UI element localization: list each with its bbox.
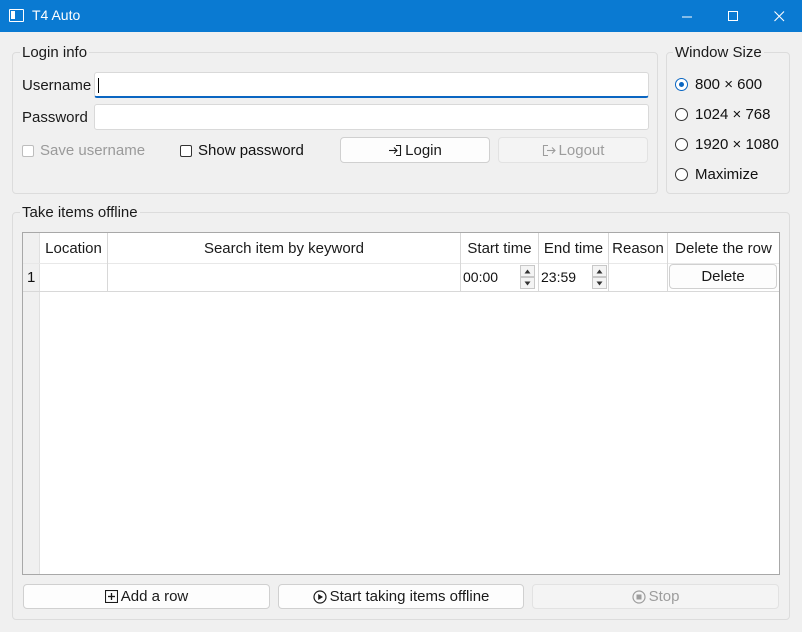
radio-1024x768[interactable]: 1024 × 768 xyxy=(675,106,771,123)
maximize-button[interactable] xyxy=(710,0,756,32)
show-password-label: Show password xyxy=(198,142,304,159)
radio-800x600[interactable]: 800 × 600 xyxy=(675,76,762,93)
column-header-label: Start time xyxy=(467,239,532,257)
spin-down-button[interactable] xyxy=(520,277,535,289)
column-header-delete[interactable]: Delete the row xyxy=(668,233,779,263)
start-offline-label: Start taking items offline xyxy=(329,588,490,605)
end-time-value: 23:59 xyxy=(541,269,577,285)
radio-label: 1920 × 1080 xyxy=(695,136,779,153)
save-username-label: Save username xyxy=(40,142,146,159)
stop-label: Stop xyxy=(648,588,680,605)
radio-label: Maximize xyxy=(695,166,759,183)
column-header-label: Location xyxy=(45,239,102,257)
radio-label: 1024 × 768 xyxy=(695,106,771,123)
cell-delete: Delete xyxy=(668,263,779,291)
radio-maximize[interactable]: Maximize xyxy=(675,166,758,183)
cell-start-time[interactable]: 00:00 xyxy=(461,263,539,291)
logout-icon xyxy=(542,144,556,156)
show-password-checkbox[interactable]: Show password xyxy=(180,142,304,159)
arrow-down-icon xyxy=(596,281,603,285)
username-label: Username xyxy=(22,77,92,94)
login-info-title: Login info xyxy=(20,44,90,61)
column-header-label: Search item by keyword xyxy=(203,239,365,257)
plus-square-icon xyxy=(104,590,118,603)
username-field[interactable] xyxy=(94,72,649,98)
radio-1920x1080[interactable]: 1920 × 1080 xyxy=(675,136,779,153)
save-username-checkbox[interactable]: Save username xyxy=(22,142,145,159)
arrow-up-icon xyxy=(596,269,603,273)
checkbox-box xyxy=(22,144,34,157)
close-icon xyxy=(773,10,784,21)
logout-button-label: Logout xyxy=(558,141,605,159)
radio-dot xyxy=(675,108,688,121)
radio-dot xyxy=(675,168,688,181)
radio-dot xyxy=(675,138,688,151)
column-header-label: Reason xyxy=(612,239,664,257)
play-circle-icon xyxy=(312,589,327,604)
window-size-title: Window Size xyxy=(673,44,764,61)
maximize-icon xyxy=(727,10,738,21)
radio-dot xyxy=(675,78,688,91)
row-divider xyxy=(23,291,779,292)
start-offline-button[interactable]: Start taking items offline xyxy=(278,584,524,609)
radio-label: 800 × 600 xyxy=(695,76,763,93)
password-label: Password xyxy=(22,109,88,126)
spin-down-button[interactable] xyxy=(592,277,607,289)
window-title: T4 Auto xyxy=(32,7,81,23)
column-header-location[interactable]: Location xyxy=(40,233,108,263)
spin-up-button[interactable] xyxy=(592,265,607,277)
logout-button[interactable]: Logout xyxy=(498,137,648,163)
stop-circle-icon xyxy=(631,589,646,604)
delete-button-label: Delete xyxy=(701,268,745,285)
login-icon xyxy=(389,144,402,156)
text-caret xyxy=(98,78,99,93)
app-icon xyxy=(9,9,24,22)
checkbox-box xyxy=(180,144,192,157)
start-time-spinner[interactable] xyxy=(520,265,535,289)
column-header-label: Delete the row xyxy=(675,239,772,257)
column-header-end-time[interactable]: End time xyxy=(539,233,609,263)
add-row-button[interactable]: Add a row xyxy=(23,584,270,609)
end-time-spinner[interactable] xyxy=(592,265,607,289)
spin-up-button[interactable] xyxy=(520,265,535,277)
cell-keyword[interactable] xyxy=(108,263,461,291)
cell-reason[interactable] xyxy=(609,263,668,291)
column-header-reason[interactable]: Reason xyxy=(609,233,668,263)
column-header-label: End time xyxy=(543,239,604,257)
login-button[interactable]: Login xyxy=(340,137,490,163)
start-time-value: 00:00 xyxy=(463,269,499,285)
cell-end-time[interactable]: 23:59 xyxy=(539,263,609,291)
password-field[interactable] xyxy=(94,104,649,130)
stop-button[interactable]: Stop xyxy=(532,584,779,609)
arrow-down-icon xyxy=(524,281,531,285)
offline-group-title: Take items offline xyxy=(20,204,140,221)
add-row-label: Add a row xyxy=(120,588,189,605)
column-header-start-time[interactable]: Start time xyxy=(461,233,539,263)
title-bar[interactable]: T4 Auto xyxy=(0,0,802,32)
minimize-icon xyxy=(681,16,692,17)
delete-row-button[interactable]: Delete xyxy=(669,264,777,289)
offline-table[interactable]: Location Search item by keyword Start ti… xyxy=(22,232,780,575)
arrow-up-icon xyxy=(524,269,531,273)
close-button[interactable] xyxy=(756,0,802,32)
cell-location[interactable] xyxy=(40,263,108,291)
login-button-label: Login xyxy=(405,141,442,159)
column-header-keyword[interactable]: Search item by keyword xyxy=(108,233,461,263)
row-number: 1 xyxy=(27,269,36,286)
minimize-button[interactable] xyxy=(664,0,710,32)
